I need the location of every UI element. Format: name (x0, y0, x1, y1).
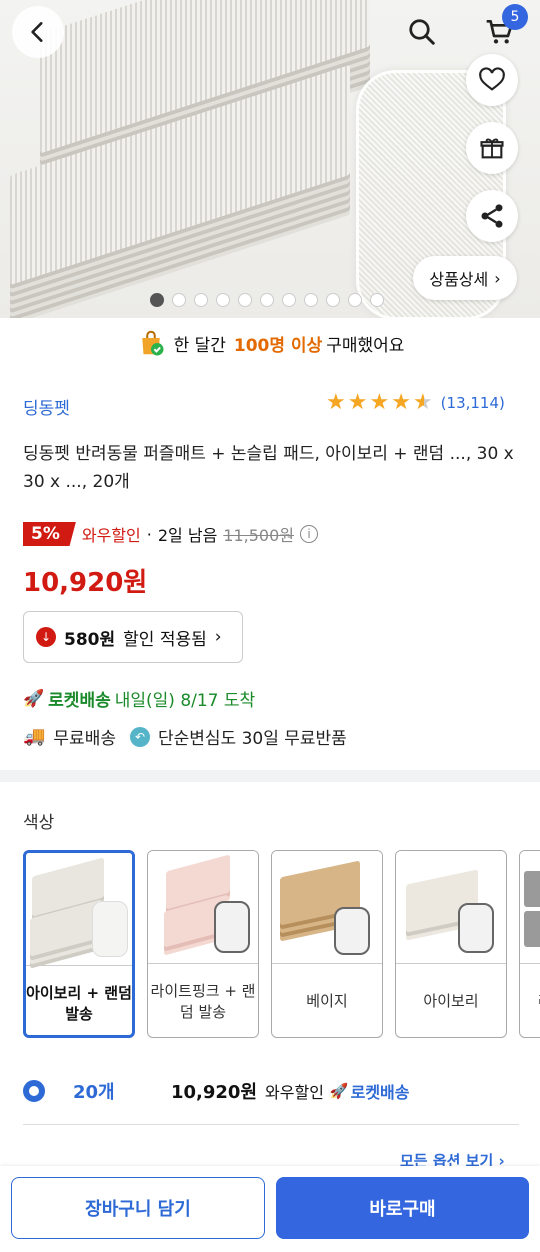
carousel-dot[interactable] (150, 293, 164, 307)
swatch-ivory[interactable]: 아이보리 (395, 850, 507, 1038)
back-button[interactable] (12, 6, 64, 58)
wow-discount-label: 와우할인 (81, 526, 141, 545)
top-bar: 5 (0, 0, 540, 64)
swatch-image (396, 851, 506, 963)
purchase-count-banner: 한 달간 100명 이상 구매했어요 (0, 326, 540, 360)
discount-row: 5% 와우할인 · 2일 남음 11,500원 i (23, 522, 319, 546)
bottom-action-bar: 장바구니 담기 바로구매 (0, 1166, 540, 1252)
color-swatch-list: 아이보리 + 랜덤 발송 라이트핑크 + 랜덤 발송 베이지 아이보리 라이트그… (23, 850, 540, 1038)
gift-button[interactable] (466, 122, 518, 174)
original-price: 11,500원 (223, 526, 295, 545)
swatch-lightgray[interactable]: 라이트그레이 (519, 850, 540, 1038)
search-button[interactable] (396, 6, 448, 58)
down-arrow-icon: ↓ (36, 627, 56, 647)
discount-applied-label: 할인 적용됨 (123, 629, 207, 650)
rating[interactable]: ★ ★ ★ ★ ★ (13,114) (326, 392, 505, 414)
rating-count: (13,114) (440, 394, 505, 412)
quantity-option-20[interactable]: 20개 10,920원 와우할인 🚀 로켓배송 (23, 1074, 523, 1108)
star-icon: ★ (391, 390, 411, 415)
shopping-bag-icon (141, 330, 164, 356)
swatch-lightpink-random[interactable]: 라이트핑크 + 랜덤 발송 (147, 850, 259, 1038)
share-icon (481, 204, 503, 228)
swatch-label: 아이보리 + 랜덤 발송 (26, 965, 132, 1035)
swatch-label: 베이지 (272, 963, 382, 1037)
free-return-label: 단순변심도 30일 무료반품 (157, 729, 347, 749)
product-image-carousel[interactable]: 5 상품상세 › (0, 0, 540, 318)
swatch-beige[interactable]: 베이지 (271, 850, 383, 1038)
star-icon: ★ (326, 390, 346, 415)
half-star-icon: ★ (412, 390, 433, 415)
quantity-wow-label: 와우할인 (265, 1083, 324, 1102)
sale-price: 10,920원 (23, 568, 148, 598)
back-icon (31, 22, 43, 42)
buy-now-button[interactable]: 바로구매 (276, 1177, 529, 1239)
rocket-icon: 🚀 (23, 688, 45, 709)
discount-amount: 580원 (64, 629, 116, 650)
carousel-dot[interactable] (216, 293, 230, 307)
info-icon[interactable]: i (300, 525, 319, 543)
carousel-dot[interactable] (304, 293, 318, 307)
divider (23, 1124, 519, 1125)
quantity-rocket-label: 로켓배송 (350, 1083, 410, 1102)
star-icon: ★ (369, 390, 390, 415)
carousel-dot[interactable] (348, 293, 362, 307)
discount-badge: 5% (23, 522, 76, 546)
purchase-count-highlight: 100명 이상 (233, 335, 323, 356)
product-detail-button[interactable]: 상품상세 › (413, 256, 517, 300)
swatch-image (26, 853, 132, 965)
days-left: 2일 남음 (157, 526, 218, 545)
carousel-dot[interactable] (260, 293, 274, 307)
carousel-dot[interactable] (172, 293, 186, 307)
rocket-delivery-label: 로켓배송 (48, 691, 111, 711)
section-divider (0, 770, 540, 782)
carousel-dot[interactable] (282, 293, 296, 307)
shipping-info-row: 🚚 무료배송 ↶ 단순변심도 30일 무료반품 (23, 724, 347, 749)
share-button[interactable] (466, 190, 518, 242)
delivery-eta: 내일(일) 8/17 도착 (114, 691, 256, 711)
swatch-label: 라이트핑크 + 랜덤 발송 (148, 963, 258, 1037)
purchase-count-prefix: 한 달간 (173, 335, 226, 356)
return-icon: ↶ (129, 726, 150, 747)
carousel-dot[interactable] (238, 293, 252, 307)
quantity-price: 10,920원 (171, 1082, 258, 1103)
swatch-image (148, 851, 258, 963)
carousel-indicator (150, 293, 384, 307)
add-to-cart-button[interactable]: 장바구니 담기 (11, 1177, 265, 1239)
quantity-label: 20개 (73, 1082, 115, 1103)
chevron-right-icon: › (214, 627, 222, 647)
radio-selected[interactable] (23, 1080, 45, 1102)
swatch-image (520, 851, 540, 963)
free-shipping-label: 무료배송 (53, 729, 116, 749)
carousel-dot[interactable] (194, 293, 208, 307)
bullet: · (146, 524, 152, 544)
rocket-icon: 🚀 (329, 1082, 349, 1100)
brand-link[interactable]: 딩동펫 (23, 394, 70, 419)
product-detail-label: 상품상세 (429, 270, 489, 289)
cart-count-badge: 5 (502, 4, 528, 30)
carousel-dot[interactable] (326, 293, 340, 307)
star-icon: ★ (347, 390, 368, 415)
truck-icon: 🚚 (23, 726, 46, 747)
purchase-count-suffix: 구매했어요 (326, 335, 405, 356)
swatch-label: 라이트그레이 (520, 963, 540, 1037)
discount-applied-button[interactable]: ↓ 580원 할인 적용됨 › (23, 611, 243, 663)
swatch-ivory-random[interactable]: 아이보리 + 랜덤 발송 (23, 850, 135, 1038)
heart-icon (479, 67, 505, 91)
wishlist-button[interactable] (466, 54, 518, 106)
gift-icon (480, 138, 504, 159)
product-title: 딩동펫 반려동물 퍼즐매트 + 논슬립 패드, 아이보리 + 랜덤 ..., 3… (23, 444, 514, 492)
search-icon (409, 19, 435, 45)
swatch-label: 아이보리 (396, 963, 506, 1037)
swatch-image (272, 851, 382, 963)
rocket-delivery-row: 🚀 로켓배송 내일(일) 8/17 도착 (23, 686, 256, 712)
color-option-label: 색상 (23, 813, 55, 833)
chevron-right-icon: › (494, 268, 501, 288)
carousel-dot[interactable] (370, 293, 384, 307)
